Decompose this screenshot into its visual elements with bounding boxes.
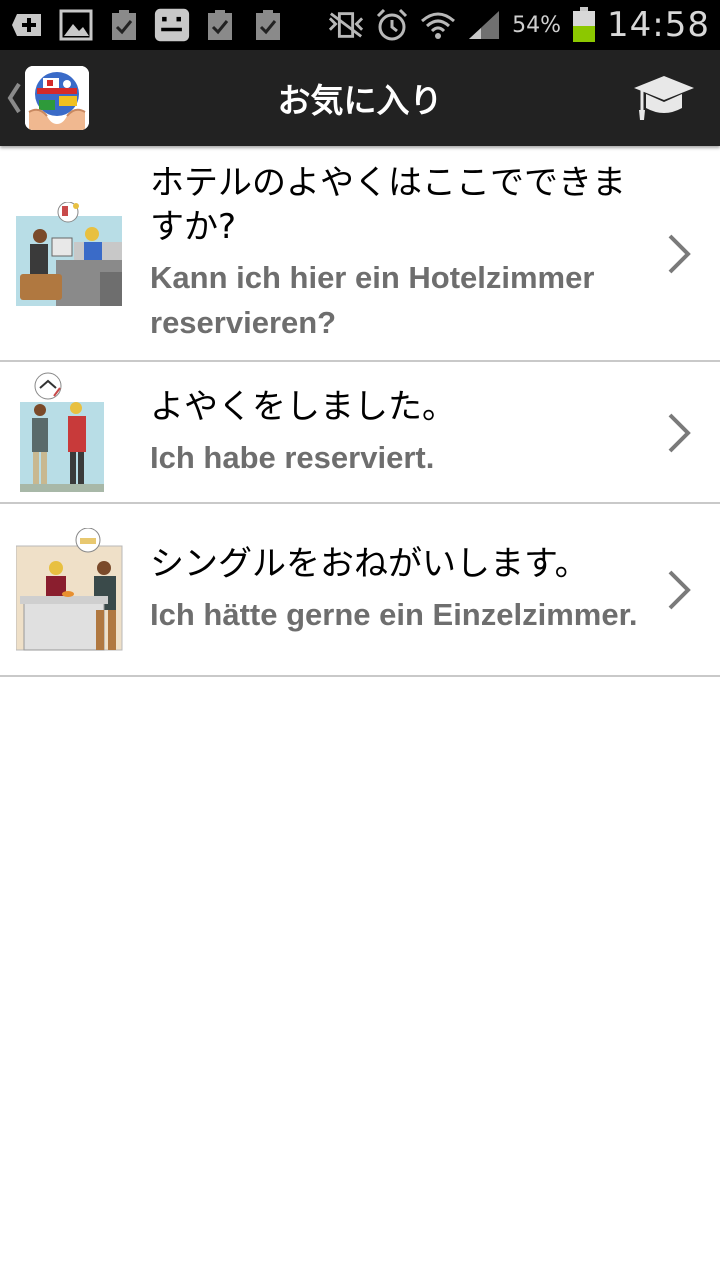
chevron-right-icon [666, 568, 692, 612]
favorites-list: ホテルのよやくはここでできますか? Kann ich hier ein Hote… [0, 146, 720, 677]
list-item[interactable]: ホテルのよやくはここでできますか? Kann ich hier ein Hote… [0, 146, 720, 362]
signal-icon [466, 7, 502, 43]
list-item-texts: シングルをおねがいします。 Ich hätte gerne ein Einzel… [150, 542, 650, 637]
image-icon [58, 7, 94, 43]
clock: 14:58 [607, 5, 710, 45]
reservation-couple-illustration [20, 372, 116, 494]
app-logo[interactable] [25, 66, 89, 130]
battery-icon [571, 7, 597, 43]
japanese-phrase: よやくをしました。 [150, 386, 456, 427]
japanese-phrase: ホテルのよやくはここでできますか? [150, 163, 626, 247]
single-room-request-illustration [15, 527, 124, 652]
chevron-right-icon [666, 232, 692, 276]
wifi-icon [420, 7, 456, 43]
list-item-texts: ホテルのよやくはここでできますか? Kann ich hier ein Hote… [150, 161, 650, 345]
action-bar: お気に入り [0, 50, 720, 146]
page-title: お気に入り [277, 81, 443, 120]
chevron-left-icon [7, 82, 21, 114]
list-item[interactable]: よやくをしました。 Ich habe reserviert. [0, 362, 720, 504]
globe-hands-logo [25, 66, 89, 130]
status-bar: 54% 14:58 [0, 0, 720, 50]
system-icons: 54% 14:58 [328, 5, 710, 45]
messenger-icon [154, 7, 190, 43]
german-translation: Ich habe reserviert. [150, 439, 435, 475]
notification-icons [10, 7, 286, 43]
vibrate-icon [328, 7, 364, 43]
add-icon [10, 7, 46, 43]
chevron-right-icon [666, 411, 692, 455]
list-item[interactable]: シングルをおねがいします。 Ich hätte gerne ein Einzel… [0, 504, 720, 677]
clipboard-check-icon [250, 7, 286, 43]
learn-mode-button[interactable] [632, 70, 696, 126]
german-translation: Kann ich hier ein Hotelzimmer reserviere… [150, 260, 595, 340]
hotel-reception-illustration [16, 201, 124, 306]
japanese-phrase: シングルをおねがいします。 [150, 544, 589, 584]
graduation-cap-icon [634, 76, 694, 120]
back-button[interactable] [6, 80, 22, 116]
battery-percent: 54% [512, 12, 562, 38]
clipboard-check-icon [106, 7, 142, 43]
list-item-texts: よやくをしました。 Ich habe reserviert. [150, 385, 650, 480]
alarm-icon [374, 7, 410, 43]
german-translation: Ich hätte gerne ein Einzelzimmer. [150, 597, 638, 632]
clipboard-check-icon [202, 7, 238, 43]
